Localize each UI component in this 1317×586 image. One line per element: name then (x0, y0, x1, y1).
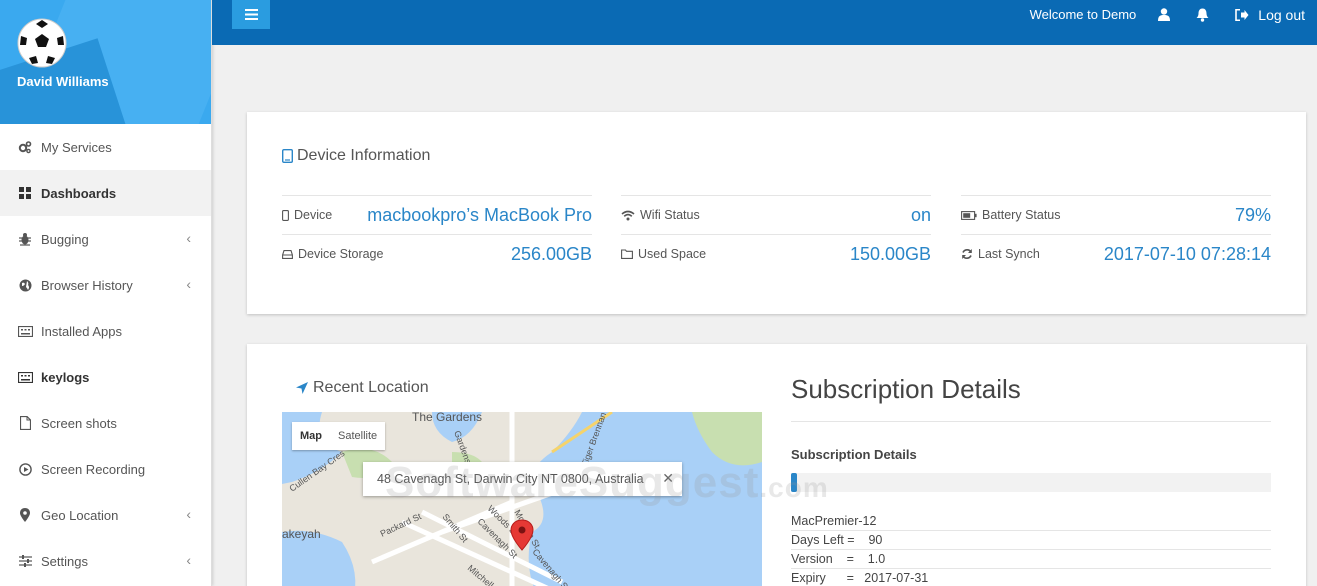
sidebar-item-geo-location[interactable]: Geo Location ‹ (0, 492, 211, 538)
subscription-plan: MacPremier-12 (791, 512, 1271, 531)
mobile-icon (282, 209, 289, 221)
sidebar-item-my-services[interactable]: My Services (0, 124, 211, 170)
topbar-right: Welcome to Demo Log out (1030, 0, 1317, 29)
info-row-last-synch: Last Synch 2017-07-10 07:28:14 (961, 234, 1271, 273)
device-information-card: Device Information Device macbookpro’s M… (247, 112, 1306, 314)
folder-icon (621, 249, 633, 259)
sidebar-item-label: Geo Location (41, 507, 119, 523)
avatar[interactable] (17, 18, 67, 68)
chevron-left-icon: ‹ (186, 506, 191, 522)
chevron-left-icon: ‹ (186, 276, 191, 292)
info-row-device-storage: Device Storage 256.00GB (282, 234, 592, 273)
sidebar-item-browser-history[interactable]: Browser History ‹ (0, 262, 211, 308)
user-icon[interactable] (1158, 8, 1171, 21)
sidebar-menu: My Services Dashboards Bugging ‹ Browser… (0, 124, 211, 584)
device-info-column-3: Battery Status 79% Last Synch 2017-07-10… (961, 195, 1271, 273)
subscription-heading: Subscription Details (791, 374, 1021, 404)
menu-toggle-button[interactable] (232, 0, 270, 29)
refresh-icon (962, 249, 972, 259)
tablet-icon (282, 149, 293, 163)
battery-status-value: 79% (1234, 204, 1271, 225)
device-info-column-1: Device macbookpro’s MacBook Pro Device S… (282, 195, 592, 273)
recent-location-title: Recent Location (296, 379, 429, 397)
logout-button[interactable]: Log out (1235, 7, 1305, 23)
info-row-device: Device macbookpro’s MacBook Pro (282, 195, 592, 234)
chevron-left-icon: ‹ (186, 552, 191, 568)
play-circle-icon (17, 461, 33, 477)
topbar: Welcome to Demo Log out (212, 0, 1317, 45)
logout-label: Log out (1258, 6, 1305, 23)
hamburger-icon (244, 9, 258, 20)
wifi-icon (621, 210, 635, 220)
battery-icon (961, 210, 977, 220)
device-information-title: Device Information (282, 147, 430, 165)
globe-icon (17, 277, 33, 293)
sidebar-item-label: keylogs (41, 369, 90, 385)
hdd-icon (282, 249, 293, 259)
welcome-text: Welcome to Demo (1029, 7, 1137, 22)
sidebar-item-label: Dashboards (41, 185, 117, 201)
sidebar-item-label: My Services (41, 139, 112, 155)
gears-icon (17, 139, 33, 155)
chevron-left-icon: ‹ (186, 230, 191, 246)
sidebar-item-dashboards[interactable]: Dashboards (0, 170, 211, 216)
sidebar-item-label: Bugging (41, 231, 89, 247)
sidebar-item-installed-apps[interactable]: Installed Apps (0, 308, 211, 354)
subscription-details-list: MacPremier-12 Days Left = 90 Version = 1… (791, 512, 1271, 586)
location-arrow-icon (296, 382, 308, 394)
info-row-wifi-status: Wifi Status on (621, 195, 931, 234)
sidebar-item-screen-recording[interactable]: Screen Recording (0, 446, 211, 492)
sidebar-item-settings[interactable]: Settings ‹ (0, 538, 211, 584)
dashboard-icon (17, 185, 33, 201)
profile-name: David Williams (17, 74, 109, 89)
map-type-tabs: Map Satellite (292, 422, 386, 450)
sidebar-item-bugging[interactable]: Bugging ‹ (0, 216, 211, 262)
subscription-days-left: Days Left = 90 (791, 531, 1271, 550)
sidebar-item-label: Screen shots (41, 415, 117, 431)
subscription-progress-bar (791, 473, 1271, 492)
device-value: macbookpro’s MacBook Pro (367, 204, 592, 225)
device-storage-value: 256.00GB (510, 243, 592, 264)
divider (791, 421, 1271, 422)
keyboard-icon (17, 323, 33, 339)
sidebar-item-label: Browser History (41, 277, 133, 293)
map-marker-icon (17, 507, 33, 523)
subscription-version: Version = 1.0 (791, 550, 1271, 569)
wifi-status-value: on (910, 204, 931, 225)
info-row-battery-status: Battery Status 79% (961, 195, 1271, 234)
info-row-used-space: Used Space 150.00GB (621, 234, 931, 273)
sidebar-item-label: Settings (41, 553, 88, 569)
sidebar: David Williams My Services Dashboards Bu… (0, 0, 212, 586)
last-synch-value: 2017-07-10 07:28:14 (1103, 243, 1271, 264)
watermark: SoftwareSuggest.com (385, 458, 829, 507)
subscription-expiry: Expiry = 2017-07-31 (791, 571, 929, 585)
sidebar-item-label: Installed Apps (41, 323, 122, 339)
sign-out-icon (1235, 8, 1249, 21)
map-tab-satellite[interactable]: Satellite (330, 422, 385, 450)
file-icon (17, 415, 33, 431)
map-street-label: The Gardens (412, 412, 482, 424)
sidebar-item-screen-shots[interactable]: Screen shots (0, 400, 211, 446)
sidebar-item-label: Screen Recording (41, 461, 146, 477)
bell-icon[interactable] (1196, 8, 1209, 22)
sidebar-item-keylogs[interactable]: keylogs (0, 354, 211, 400)
used-space-value: 150.00GB (849, 243, 931, 264)
profile-header: David Williams (0, 0, 211, 124)
bug-icon (17, 231, 33, 247)
map-street-label: akeyah (282, 527, 321, 541)
sliders-icon (17, 553, 33, 569)
map-tab-map[interactable]: Map (292, 422, 330, 450)
device-info-column-2: Wifi Status on Used Space 150.00GB (621, 195, 931, 273)
keyboard-icon (17, 369, 33, 385)
